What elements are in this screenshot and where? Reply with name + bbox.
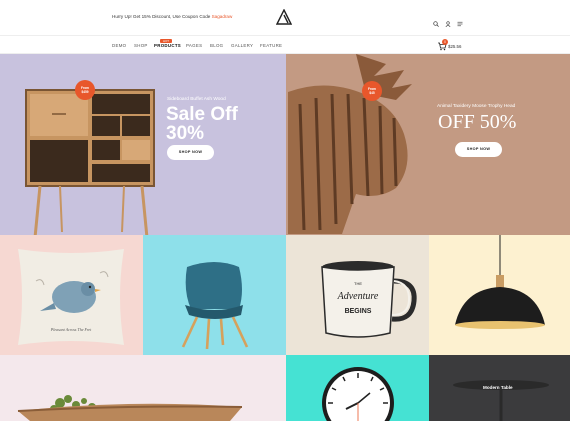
- nav-item-blog[interactable]: BLOG: [210, 43, 223, 48]
- sideboard-banner[interactable]: From $459 Sideboard Buffet Ash Wood Sale…: [0, 54, 286, 235]
- mug-text-bottom: BEGINS: [345, 308, 372, 315]
- pillow-tile[interactable]: Pleasant Across The Fret: [0, 235, 143, 355]
- price-badge-value: $459: [81, 90, 89, 94]
- user-icon[interactable]: [445, 14, 451, 32]
- shop-now-button[interactable]: SHOP NOW: [455, 142, 502, 157]
- price-badge: From $459: [75, 80, 95, 100]
- promo-code: Sagadraw: [211, 14, 233, 19]
- nav-item-pages[interactable]: PAGES: [186, 43, 202, 48]
- mug-image: THE Adventure BEGINS: [321, 261, 417, 338]
- clock-tile[interactable]: [286, 355, 429, 421]
- nav-item-feature[interactable]: FEATURE: [260, 43, 282, 48]
- modern-table-label: Modern Table: [483, 385, 513, 390]
- modern-table-tile[interactable]: Modern Table: [429, 355, 570, 421]
- mug-tile[interactable]: THE Adventure BEGINS: [286, 235, 429, 355]
- banner-title: OFF 50%: [438, 111, 517, 133]
- search-icon[interactable]: [433, 14, 439, 32]
- banner-title-line1: Sale Off: [166, 104, 238, 125]
- nav-item-gallery[interactable]: GALLERY: [231, 43, 253, 48]
- nav-item-products[interactable]: PRODUCTS: [154, 43, 181, 48]
- promo-message: Hurry Up! Get 15% Discount, Use Coupon C…: [112, 14, 232, 19]
- moose-head-image: [288, 54, 412, 234]
- nav-item-demo[interactable]: DEMO: [112, 43, 126, 48]
- cart-total[interactable]: $25.56: [448, 44, 461, 49]
- lamp-tile[interactable]: [429, 235, 570, 355]
- banner-subtitle: Sideboard Buffet Ash Wood: [167, 97, 226, 102]
- wall-clock-image: [322, 367, 394, 421]
- moose-banner[interactable]: From $45 Animal Taxidery Moose Trophy He…: [286, 54, 570, 235]
- bowl-tile[interactable]: [0, 355, 286, 421]
- pillow-image: Pleasant Across The Fret: [18, 249, 124, 345]
- top-bar: Hurry Up! Get 15% Discount, Use Coupon C…: [0, 0, 570, 35]
- pendant-lamp-image: [455, 235, 545, 329]
- shop-now-button[interactable]: SHOP NOW: [167, 145, 214, 160]
- wooden-bowl-image: [17, 395, 243, 421]
- pillow-caption: Pleasant Across The Fret: [50, 327, 92, 332]
- main-nav: DEMO SHOP PRODUCTS HOT PAGES BLOG GALLER…: [0, 35, 570, 54]
- triangle-logo-icon[interactable]: [276, 9, 292, 25]
- hot-badge: HOT: [160, 39, 172, 43]
- mug-text-top: THE: [354, 281, 362, 286]
- price-badge: From $45: [362, 81, 382, 101]
- banner-subtitle: Animal Taxidery Moose Trophy Head: [437, 104, 516, 109]
- nav-item-shop[interactable]: SHOP: [134, 43, 148, 48]
- banner-title-line2: 30%: [166, 123, 205, 145]
- page: Hurry Up! Get 15% Discount, Use Coupon C…: [0, 0, 570, 421]
- header-icons: [433, 14, 463, 32]
- mug-text-main: Adventure: [337, 291, 379, 302]
- chair-image: [181, 262, 249, 349]
- chair-tile[interactable]: [143, 235, 286, 355]
- price-badge-value: $45: [369, 91, 375, 95]
- promo-text: Hurry Up! Get 15% Discount, Use Coupon C…: [112, 14, 211, 19]
- banner-title: Sale Off 30%: [166, 105, 238, 144]
- sideboard-image: [25, 89, 155, 235]
- menu-icon[interactable]: [457, 14, 463, 32]
